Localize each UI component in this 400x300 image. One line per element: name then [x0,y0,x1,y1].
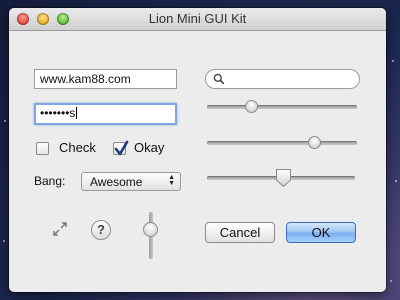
app-window: Lion Mini GUI Kit www.kam88.com •••••••s… [9,8,386,292]
title-bar: Lion Mini GUI Kit [9,8,386,31]
popup-selected-value: Awesome [90,175,143,189]
search-field[interactable] [205,69,360,89]
cancel-button[interactable]: Cancel [205,222,275,243]
slider-3-pointer-knob[interactable] [275,168,292,188]
star [395,180,397,182]
star [392,60,394,62]
text-caret [76,107,78,119]
slider-2-knob[interactable] [308,136,321,149]
search-icon [213,73,225,85]
check-checkbox[interactable] [36,142,49,155]
password-field-value: •••••••s [40,106,76,120]
checkmark-icon [114,140,129,156]
slider-1-knob[interactable] [245,100,258,113]
vertical-slider-knob[interactable] [143,222,158,237]
slider-1-track[interactable] [207,105,357,109]
star [390,280,392,282]
updown-arrows-icon: ▲ ▼ [168,174,175,187]
ok-button[interactable]: OK [286,222,356,243]
window-title: Lion Mini GUI Kit [148,11,247,26]
help-button[interactable]: ? [91,220,111,240]
url-text-field[interactable]: www.kam88.com [34,69,177,89]
bang-label: Bang: [34,174,66,188]
url-field-value: www.kam88.com [40,72,131,86]
expand-icon[interactable] [52,221,68,237]
okay-checkbox[interactable] [113,140,129,156]
bang-popup-button[interactable]: Awesome ▲ ▼ [81,172,181,191]
slider-2-track[interactable] [207,141,357,145]
password-field[interactable]: •••••••s [34,103,177,125]
star [3,240,5,242]
check-checkbox-label: Check [59,140,96,155]
star [4,120,6,122]
okay-checkbox-label: Okay [134,140,165,155]
